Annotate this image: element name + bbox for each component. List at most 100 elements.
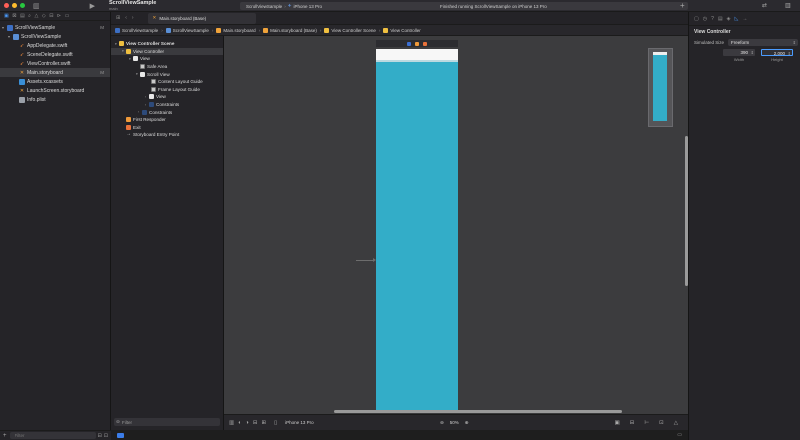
- breadcrumb-item[interactable]: View Controller Scene: [324, 27, 376, 33]
- list-item[interactable]: Info.plist: [0, 95, 110, 104]
- breadcrumb-item[interactable]: ScrollViewSample: [115, 27, 158, 33]
- outline-toggle-icon[interactable]: ▥: [229, 420, 234, 426]
- breakpoint-icon[interactable]: ⊳: [57, 13, 61, 19]
- align-icon[interactable]: ⊢: [644, 420, 649, 426]
- appearance-icon[interactable]: ◐: [238, 420, 241, 426]
- first-responder-dock-icon[interactable]: [415, 41, 419, 46]
- related-items-icon[interactable]: ⊞: [116, 15, 120, 21]
- outline-item[interactable]: › Constraints: [111, 101, 223, 109]
- resolve-issues-icon[interactable]: △: [674, 420, 678, 426]
- list-item[interactable]: ✕ LaunchScreen.storyboard: [0, 86, 110, 95]
- zoom-in-icon[interactable]: ⊕: [465, 420, 469, 426]
- breadcrumb-item[interactable]: View Controller: [383, 27, 421, 33]
- outline-item[interactable]: › Constraints: [111, 108, 223, 116]
- simulated-size-select[interactable]: Freeform ⇕: [728, 39, 799, 46]
- height-field[interactable]: 2,000 ⇕: [761, 49, 793, 56]
- outline-item[interactable]: ▾ Scroll View: [111, 70, 223, 78]
- outline-item[interactable]: ▾ View: [111, 55, 223, 63]
- status-badge: M: [100, 25, 104, 30]
- update-frames-icon[interactable]: ▣: [615, 420, 620, 426]
- list-item[interactable]: ▾ ScrollViewSample: [0, 32, 110, 41]
- list-item[interactable]: ▾ ScrollViewSample M: [0, 23, 110, 32]
- folder-icon: [165, 27, 171, 33]
- list-item[interactable]: ✕ Main.storyboard M: [0, 68, 110, 77]
- debug-icon[interactable]: ⊟: [49, 13, 53, 19]
- breadcrumb-label: Main.storyboard (Base): [270, 27, 317, 33]
- report-icon[interactable]: ▭: [65, 13, 70, 19]
- outline-item[interactable]: Safe Area: [111, 63, 223, 71]
- view-controller-icon: [126, 48, 131, 54]
- tab-main-storyboard[interactable]: ✕ Main.storyboard (Base): [147, 12, 256, 24]
- recent-files-icon[interactable]: ⊡: [104, 433, 108, 439]
- list-item[interactable]: Assets.xcassets: [0, 77, 110, 86]
- storyboard-entry-arrow[interactable]: [356, 258, 376, 262]
- outline-item[interactable]: › View: [111, 93, 223, 101]
- list-item[interactable]: ➶ ViewController.swift: [0, 59, 110, 68]
- outline-item[interactable]: ▾ View Controller Scene: [111, 40, 223, 48]
- scheme-activity-bar[interactable]: ScrollViewSample › ✈ iPhone 13 Pro Finis…: [240, 2, 688, 10]
- outline-item[interactable]: Frame Layout Guide: [111, 86, 223, 94]
- issue-icon[interactable]: △: [34, 13, 38, 19]
- breadcrumb-item[interactable]: Main.storyboard (Base): [263, 27, 317, 33]
- panel-toggle-icon[interactable]: ▭: [677, 432, 682, 438]
- connections-icon[interactable]: →: [742, 16, 747, 22]
- run-icon[interactable]: ▶: [90, 2, 95, 10]
- history-icon[interactable]: ◷: [703, 16, 707, 22]
- outline-filter-input[interactable]: ⊝ Filter: [114, 418, 220, 426]
- width-field[interactable]: 390 ⇕: [723, 49, 755, 56]
- inspector-toggle-icon[interactable]: ▥: [785, 2, 791, 9]
- horizontal-scrollbar[interactable]: [334, 410, 622, 413]
- scheme-device[interactable]: iPhone 13 Pro: [293, 4, 322, 9]
- attributes-icon[interactable]: ◈: [727, 16, 731, 22]
- navigator-filter-input[interactable]: [9, 432, 96, 439]
- sidebar-toggle-icon[interactable]: ▥: [33, 2, 40, 10]
- embed-icon[interactable]: ⊟: [630, 420, 635, 426]
- add-icon[interactable]: +: [3, 433, 7, 439]
- zoom-window-button[interactable]: [20, 3, 25, 8]
- file-icon[interactable]: ▢: [694, 16, 699, 22]
- size-icon[interactable]: ◺: [734, 16, 738, 22]
- identity-icon[interactable]: ▤: [718, 16, 723, 22]
- help-icon[interactable]: ?: [711, 16, 714, 22]
- scheme-target[interactable]: ScrollViewSample: [246, 4, 282, 9]
- symbol-icon[interactable]: ▤: [20, 13, 25, 19]
- list-item-label: Info.plist: [27, 96, 46, 103]
- scroll-view[interactable]: [376, 62, 458, 410]
- add-icon[interactable]: +: [680, 1, 685, 10]
- exit-dock-icon[interactable]: [423, 41, 427, 46]
- list-item[interactable]: ➶ SceneDelegate.swift: [0, 50, 110, 59]
- device-name[interactable]: iPhone 13 Pro: [285, 420, 314, 425]
- view-controller-dock-icon[interactable]: [407, 41, 411, 46]
- outline-item[interactable]: Exit: [111, 124, 223, 132]
- canvas-minimap[interactable]: [648, 48, 673, 127]
- outline-item[interactable]: ▾ View Controller: [111, 47, 223, 56]
- test-icon[interactable]: ◇: [42, 13, 46, 19]
- outline-item[interactable]: First Responder: [111, 116, 223, 124]
- filter-options-icon[interactable]: ⊟: [98, 433, 102, 439]
- folder-icon[interactable]: ▣: [4, 13, 9, 19]
- storyboard-canvas[interactable]: [224, 36, 688, 414]
- outline-item-label: Storyboard Entry Point: [133, 132, 180, 138]
- stepper-icon[interactable]: ⇕: [751, 49, 754, 56]
- view-controller-top-area[interactable]: [376, 49, 458, 60]
- list-item[interactable]: ➶ AppDelegate.swift: [0, 41, 110, 50]
- code-review-icon[interactable]: ⇄: [762, 2, 767, 9]
- search-icon[interactable]: ⌕: [28, 13, 31, 19]
- breadcrumb-item[interactable]: Main.storyboard: [216, 27, 256, 33]
- add-constraints-icon[interactable]: ⊡: [659, 420, 664, 426]
- breadcrumb-item[interactable]: ScrollViewSample: [165, 27, 209, 33]
- outline-item[interactable]: → Storyboard Entry Point: [111, 131, 223, 139]
- accessibility-icon[interactable]: ◑: [246, 420, 249, 426]
- outline-item[interactable]: Content Layout Guide: [111, 78, 223, 86]
- stepper-icon[interactable]: ⇕: [788, 50, 791, 57]
- source-control-icon[interactable]: ⊠: [12, 13, 16, 19]
- zoom-out-icon[interactable]: ⊖: [440, 420, 444, 426]
- back-icon[interactable]: ‹: [125, 15, 127, 21]
- close-window-button[interactable]: [4, 3, 9, 8]
- orientation-icon[interactable]: ⊟: [253, 420, 258, 426]
- height-label: Height: [771, 57, 783, 62]
- trait-icon[interactable]: ⊞: [261, 420, 266, 426]
- debug-area-toggle-icon[interactable]: [117, 432, 124, 438]
- minimize-window-button[interactable]: [12, 3, 17, 8]
- forward-icon[interactable]: ›: [132, 15, 134, 21]
